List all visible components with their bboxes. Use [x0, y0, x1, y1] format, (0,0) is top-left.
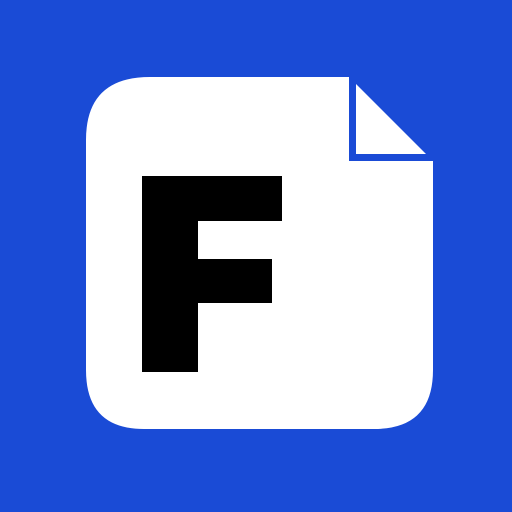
document-icon: [86, 77, 433, 429]
document-corner-fold: [356, 84, 426, 154]
app-icon: [0, 0, 512, 512]
